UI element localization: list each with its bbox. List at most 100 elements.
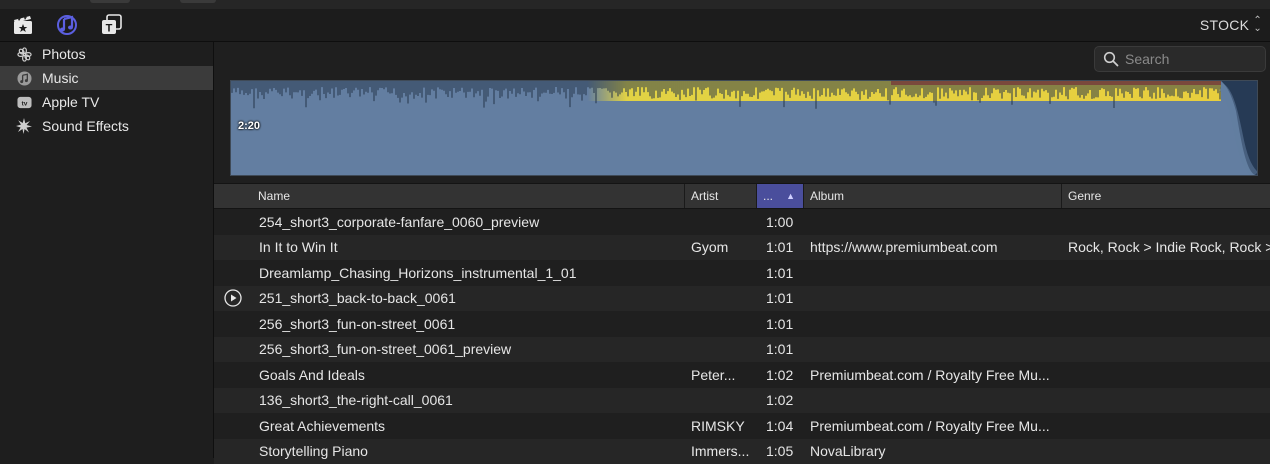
table-header: Name Artist ... ▲ Album Genre [214, 183, 1270, 209]
track-album: Premiumbeat.com / Royalty Free Mu... [810, 413, 1060, 439]
track-duration: 1:01 [766, 286, 806, 312]
sidebar-item-label: Sound Effects [42, 118, 129, 134]
track-album: Premiumbeat.com / Royalty Free Mu... [810, 362, 1060, 388]
track-list: 254_short3_corporate-fanfare_0060_previe… [214, 209, 1270, 464]
search-input[interactable] [1125, 51, 1255, 67]
track-name: 251_short3_back-to-back_0061 [259, 286, 679, 312]
sidebar-item-sound-effects[interactable]: Sound Effects [0, 114, 213, 138]
track-album [810, 311, 1060, 337]
photos-and-video-icon[interactable] [11, 14, 35, 36]
source-menu[interactable]: STOCK ⌃⌄ [1200, 17, 1262, 33]
track-artist: Immers... [691, 439, 753, 464]
track-artist [691, 311, 753, 337]
table-row[interactable]: 251_short3_back-to-back_0061 1:01 [214, 286, 1270, 312]
track-artist: RIMSKY [691, 413, 753, 439]
browser-toolbar: T STOCK ⌃⌄ [0, 9, 1270, 42]
track-artist [691, 388, 753, 414]
apple-tv-icon: tv [16, 94, 32, 110]
window-top-strip [0, 0, 1270, 9]
column-header-album[interactable]: Album [803, 184, 1061, 208]
track-duration: 1:00 [766, 209, 806, 235]
column-header-genre[interactable]: Genre [1061, 184, 1270, 208]
track-album: NovaLibrary [810, 439, 1060, 464]
waveform-graphic [231, 81, 1257, 175]
track-artist [691, 337, 753, 363]
track-genre [1068, 388, 1270, 414]
sidebar-item-apple-tv[interactable]: tv Apple TV [0, 90, 213, 114]
track-name: Great Achievements [259, 413, 679, 439]
track-genre [1068, 337, 1270, 363]
track-genre [1068, 362, 1270, 388]
table-row[interactable]: 256_short3_fun-on-street_0061 1:01 [214, 311, 1270, 337]
sidebar: Photos Music tv Apple TV So [0, 42, 214, 458]
sidebar-item-label: Photos [42, 46, 86, 62]
sidebar-item-music[interactable]: Music [0, 66, 213, 90]
track-artist [691, 209, 753, 235]
sidebar-item-label: Apple TV [42, 94, 99, 110]
track-duration: 1:02 [766, 362, 806, 388]
track-genre [1068, 311, 1270, 337]
up-down-chevron-icon: ⌃⌄ [1253, 17, 1262, 33]
track-album [810, 286, 1060, 312]
sidebar-item-photos[interactable]: Photos [0, 42, 213, 66]
track-duration: 1:01 [766, 337, 806, 363]
table-row[interactable]: 136_short3_the-right-call_0061 1:02 [214, 388, 1270, 414]
track-album [810, 209, 1060, 235]
source-label: STOCK [1200, 17, 1249, 33]
table-row[interactable]: Storytelling Piano Immers... 1:05NovaLibra… [214, 439, 1270, 464]
track-duration: 1:01 [766, 260, 806, 286]
track-genre [1068, 439, 1270, 464]
track-name: 256_short3_fun-on-street_0061_preview [259, 337, 679, 363]
column-header-artist[interactable]: Artist [684, 184, 756, 208]
sidebar-item-label: Music [42, 70, 79, 86]
track-album [810, 388, 1060, 414]
svg-text:T: T [106, 23, 113, 35]
music-and-sound-icon[interactable] [55, 14, 79, 36]
track-duration: 1:02 [766, 388, 806, 414]
track-genre [1068, 260, 1270, 286]
track-duration: 1:05 [766, 439, 806, 464]
search-field[interactable] [1094, 46, 1266, 72]
photos-icon [16, 46, 32, 62]
table-row[interactable]: Great Achievements RIMSKY 1:04Premiumbeat.… [214, 413, 1270, 439]
duration-label: 2:20 [238, 120, 260, 132]
audio-waveform-preview[interactable]: 2:20 [230, 80, 1258, 176]
track-genre [1068, 413, 1270, 439]
track-album [810, 337, 1060, 363]
sort-ascending-icon: ▲ [786, 191, 795, 201]
track-name: 254_short3_corporate-fanfare_0060_previe… [259, 209, 679, 235]
track-genre: Rock, Rock > Indie Rock, Rock > [1068, 235, 1270, 261]
track-artist [691, 260, 753, 286]
table-row[interactable]: 256_short3_fun-on-street_0061_preview 1:0… [214, 337, 1270, 363]
track-album [810, 260, 1060, 286]
browser-main: 2:20 Name Artist ... ▲ Album Genre 254_s… [214, 42, 1270, 458]
track-genre [1068, 209, 1270, 235]
music-icon [16, 70, 32, 86]
track-name: Storytelling Piano [259, 439, 679, 464]
track-name: 256_short3_fun-on-street_0061 [259, 311, 679, 337]
column-header-duration[interactable]: ... ▲ [756, 184, 803, 208]
track-name: Dreamlamp_Chasing_Horizons_instrumental_… [259, 260, 679, 286]
track-name: 136_short3_the-right-call_0061 [259, 388, 679, 414]
tab-stub [180, 0, 216, 3]
track-artist: Peter... [691, 362, 753, 388]
sound-effects-icon [16, 118, 32, 134]
track-album: https://www.premiumbeat.com [810, 235, 1060, 261]
svg-text:tv: tv [21, 100, 27, 107]
table-row[interactable]: Dreamlamp_Chasing_Horizons_instrumental_… [214, 260, 1270, 286]
table-row[interactable]: 254_short3_corporate-fanfare_0060_previe… [214, 209, 1270, 235]
table-row[interactable]: Goals And Ideals Peter... 1:02Premiumbeat.… [214, 362, 1270, 388]
track-duration: 1:04 [766, 413, 806, 439]
track-artist [691, 286, 753, 312]
column-header-name[interactable]: Name [252, 184, 684, 208]
table-row[interactable]: In It to Win It Gyom 1:01https://www.premi… [214, 235, 1270, 261]
track-name: In It to Win It [259, 235, 679, 261]
track-artist: Gyom [691, 235, 753, 261]
tab-stub [90, 0, 130, 3]
track-duration: 1:01 [766, 311, 806, 337]
track-duration: 1:01 [766, 235, 806, 261]
play-icon[interactable] [224, 289, 242, 307]
titles-and-generators-icon[interactable]: T [100, 14, 124, 36]
track-name: Goals And Ideals [259, 362, 679, 388]
search-icon [1103, 51, 1119, 67]
